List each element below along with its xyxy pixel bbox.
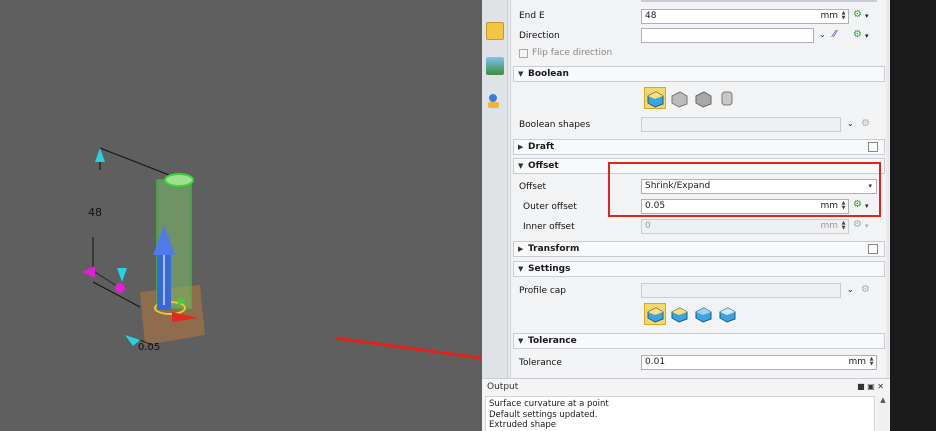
3d-viewport[interactable]: 48 0.05 (0, 0, 482, 431)
tolerance-spinner[interactable]: ▲ ▼ (868, 357, 875, 368)
image-tool-icon[interactable] (486, 57, 504, 75)
output-line: Surface curvature at a point (489, 399, 609, 409)
inner-offset-menu-icon[interactable]: ▾ (865, 220, 869, 232)
inner-offset-unit: mm (820, 221, 838, 231)
highlight-box (608, 162, 881, 217)
boolean-base-button[interactable] (644, 87, 666, 109)
inner-offset-value: 0 (645, 221, 651, 231)
direction-menu-icon[interactable]: ▾ (865, 30, 869, 42)
boolean-remove-button[interactable] (692, 87, 714, 109)
output-window-controls[interactable]: ■ ▣ ✕ (857, 382, 884, 391)
tolerance-input[interactable]: 0.01 mm ▲ ▼ (641, 355, 877, 370)
expand-icon: ▶ (518, 245, 524, 253)
tolerance-label: Tolerance (519, 358, 562, 368)
profile-cap-label: Profile cap (519, 286, 567, 296)
output-pane: Output ■ ▣ ✕ Surface curvature at a poin… (482, 378, 890, 431)
properties-form: End E 48 mm ▲ ▼ ⚙ ▾ Direction ⌄ ⁄⁄ ⚙ ▾ Fl… (510, 0, 886, 378)
end-e-value: 48 (645, 11, 657, 21)
direction-label: Direction (519, 31, 560, 41)
flip-face-checkbox[interactable] (519, 49, 528, 58)
annotation-arrow-line (334, 336, 482, 360)
boolean-shapes-label: Boolean shapes (519, 120, 591, 130)
user-tool-icon[interactable] (486, 92, 504, 110)
cap-option-2-button[interactable] (668, 303, 690, 325)
inner-offset-spinner[interactable]: ▲ ▼ (840, 221, 847, 232)
direction-expression-icon[interactable]: ⚙ (853, 29, 862, 41)
transform-section-header[interactable]: ▶ Transform (513, 241, 885, 257)
properties-panel: End E 48 mm ▲ ▼ ⚙ ▾ Direction ⌄ ⁄⁄ ⚙ ▾ Fl… (482, 0, 890, 431)
end-e-input[interactable]: 48 mm ▲ ▼ (641, 9, 849, 24)
dimension-offset-label: 0.05 (138, 342, 160, 353)
cap-option-1-button[interactable] (644, 303, 666, 325)
output-title: Output (487, 382, 519, 392)
settings-section-header[interactable]: ▼ Settings (513, 261, 885, 277)
gizmo-cyan-handle (117, 268, 127, 282)
transform-toggle-icon[interactable] (868, 244, 878, 254)
expand-icon: ▶ (518, 143, 524, 151)
output-line: Extruded shape (489, 420, 556, 430)
profile-cap-expression-icon[interactable]: ⚙ (861, 284, 870, 296)
right-background (890, 0, 936, 431)
end-e-expression-icon[interactable]: ⚙ (853, 9, 862, 21)
tolerance-section-header[interactable]: ▼ Tolerance (513, 333, 885, 349)
boolean-add-button[interactable] (668, 87, 690, 109)
collapse-icon: ▼ (518, 70, 524, 78)
boolean-shapes-input[interactable] (641, 117, 841, 132)
dimension-arrow-top (95, 148, 105, 162)
output-log[interactable]: Surface curvature at a point Default set… (485, 396, 875, 431)
outer-offset-label: Outer offset (523, 202, 577, 212)
draft-toggle-icon[interactable] (868, 142, 878, 152)
cube-tool-icon[interactable] (486, 22, 504, 40)
flip-face-label: Flip face direction (532, 48, 613, 58)
boolean-intersect-button[interactable] (716, 87, 738, 109)
boolean-shapes-expression-icon[interactable]: ⚙ (861, 118, 870, 130)
cap-option-4-button[interactable] (716, 303, 738, 325)
dimension-height-label: 48 (88, 206, 102, 219)
direction-input[interactable] (641, 28, 814, 43)
viewport-scene: 48 0.05 (82, 147, 482, 360)
profile-cap-input[interactable] (641, 283, 841, 298)
cap-option-3-button[interactable] (692, 303, 714, 325)
profile-cap-expand-icon[interactable]: ⌄ (847, 284, 854, 296)
output-scrollbar[interactable]: ▲ (877, 396, 889, 431)
end-e-menu-icon[interactable]: ▾ (865, 10, 869, 22)
collapse-icon: ▼ (518, 337, 524, 345)
output-line: Default settings updated. (489, 409, 598, 420)
end-e-unit: mm (820, 11, 838, 21)
direction-vector-icon[interactable]: ⁄⁄ (833, 29, 836, 41)
direction-expand-icon[interactable]: ⌄ (819, 29, 826, 41)
gizmo-magenta-handle (82, 266, 95, 278)
tolerance-unit: mm (848, 357, 866, 367)
collapse-icon: ▼ (518, 162, 524, 170)
collapse-icon: ▼ (518, 265, 524, 273)
inner-offset-label: Inner offset (523, 222, 575, 232)
side-toolstrip (482, 0, 508, 378)
end-e-spinner[interactable]: ▲ ▼ (840, 11, 847, 22)
inner-offset-expression-icon[interactable]: ⚙ (853, 219, 862, 231)
offset-label: Offset (519, 182, 547, 192)
draft-section-header[interactable]: ▶ Draft (513, 139, 885, 155)
end-e-label: End E (519, 11, 545, 21)
tolerance-value: 0.01 (645, 357, 666, 367)
inner-offset-input[interactable]: 0 mm ▲ ▼ (641, 219, 849, 234)
boolean-shapes-expand-icon[interactable]: ⌄ (847, 118, 854, 130)
boolean-section-header[interactable]: ▼ Boolean (513, 66, 885, 82)
